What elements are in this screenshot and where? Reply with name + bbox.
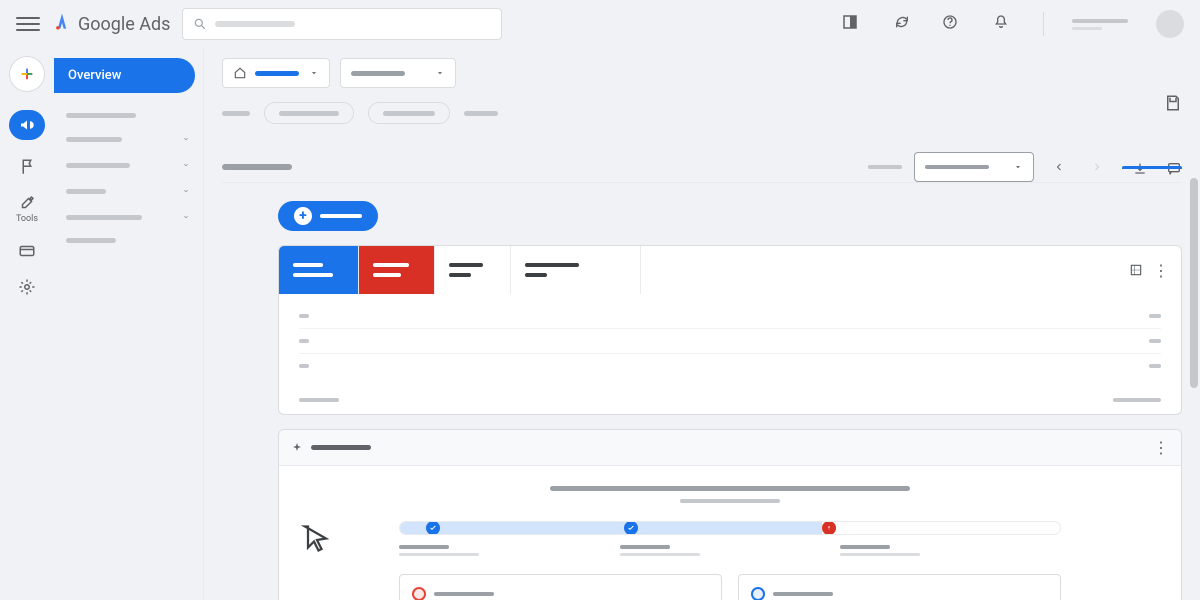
account-switcher[interactable] bbox=[1072, 19, 1128, 30]
rail-tools-label: Tools bbox=[16, 214, 38, 224]
metric-tile[interactable] bbox=[359, 246, 435, 294]
ads-logo-icon bbox=[52, 12, 72, 37]
sparkle-icon bbox=[291, 442, 303, 454]
refresh-icon[interactable] bbox=[891, 14, 913, 34]
create-button[interactable] bbox=[9, 56, 45, 92]
step-label bbox=[620, 545, 841, 556]
avatar[interactable] bbox=[1156, 10, 1184, 38]
chevron-down-icon bbox=[435, 68, 445, 78]
metric-tile[interactable] bbox=[511, 246, 641, 294]
step-error-icon bbox=[822, 521, 836, 535]
onboarding-subheading bbox=[680, 499, 780, 503]
menu-icon[interactable] bbox=[16, 12, 40, 36]
main-content: + ⋮ bbox=[204, 48, 1200, 600]
chart-row bbox=[299, 329, 1161, 354]
suggestion-card[interactable] bbox=[399, 574, 722, 600]
search-input[interactable] bbox=[182, 8, 502, 40]
onboarding-heading bbox=[550, 486, 910, 491]
appearance-icon[interactable] bbox=[837, 13, 863, 35]
save-icon[interactable] bbox=[1164, 94, 1182, 112]
step-complete-icon bbox=[624, 521, 638, 535]
more-icon[interactable]: ⋮ bbox=[1153, 261, 1169, 280]
help-icon[interactable] bbox=[941, 14, 959, 34]
top-bar: Google Ads bbox=[0, 0, 1200, 48]
product-logo[interactable]: Google Ads bbox=[52, 12, 170, 37]
step-complete-icon bbox=[426, 521, 440, 535]
rail-billing[interactable] bbox=[11, 242, 43, 260]
new-campaign-button[interactable]: + bbox=[278, 201, 378, 231]
date-range-select[interactable] bbox=[914, 152, 1034, 182]
side-nav: Overview bbox=[54, 48, 204, 600]
home-icon bbox=[233, 66, 247, 80]
nav-item[interactable] bbox=[62, 204, 195, 230]
chevron-down-icon bbox=[1013, 162, 1023, 172]
rail-tools[interactable]: Tools bbox=[11, 194, 43, 224]
breadcrumb bbox=[222, 102, 1182, 124]
rail-goals[interactable] bbox=[11, 158, 43, 176]
cursor-icon bbox=[299, 522, 335, 558]
more-icon[interactable]: ⋮ bbox=[1153, 438, 1169, 457]
nav-item[interactable] bbox=[62, 230, 195, 251]
step-label bbox=[840, 545, 1061, 556]
metric-tile[interactable] bbox=[435, 246, 511, 294]
filter-chip[interactable] bbox=[368, 102, 450, 124]
nav-overview[interactable]: Overview bbox=[54, 58, 195, 93]
nav-item[interactable] bbox=[62, 126, 195, 152]
campaign-scope-select[interactable] bbox=[340, 58, 456, 88]
date-next-button[interactable] bbox=[1084, 154, 1110, 180]
filter-chip[interactable] bbox=[264, 102, 354, 124]
date-prev-button[interactable] bbox=[1046, 154, 1072, 180]
rail-campaigns[interactable] bbox=[9, 110, 45, 140]
chart-row bbox=[299, 354, 1161, 378]
nav-item[interactable] bbox=[62, 178, 195, 204]
chevron-down-icon bbox=[309, 68, 319, 78]
rail-admin[interactable] bbox=[11, 278, 43, 296]
notifications-icon[interactable] bbox=[987, 14, 1015, 34]
chart-row bbox=[299, 304, 1161, 329]
onboarding-card: ⋮ bbox=[278, 429, 1182, 600]
scorecard: ⋮ bbox=[278, 245, 1182, 415]
expand-icon[interactable] bbox=[1129, 263, 1143, 277]
page-title bbox=[222, 164, 292, 170]
nav-rail: Tools bbox=[0, 48, 54, 600]
nav-item[interactable] bbox=[62, 152, 195, 178]
step-label bbox=[399, 545, 620, 556]
onboarding-progress bbox=[399, 521, 1061, 535]
plus-icon: + bbox=[294, 207, 312, 225]
account-scope-select[interactable] bbox=[222, 58, 330, 88]
scrollbar[interactable] bbox=[1190, 48, 1198, 600]
suggestion-card[interactable] bbox=[738, 574, 1061, 600]
product-name: Google Ads bbox=[78, 14, 170, 35]
search-icon bbox=[193, 17, 207, 31]
nav-item[interactable] bbox=[62, 105, 195, 126]
metric-tile[interactable] bbox=[279, 246, 359, 294]
